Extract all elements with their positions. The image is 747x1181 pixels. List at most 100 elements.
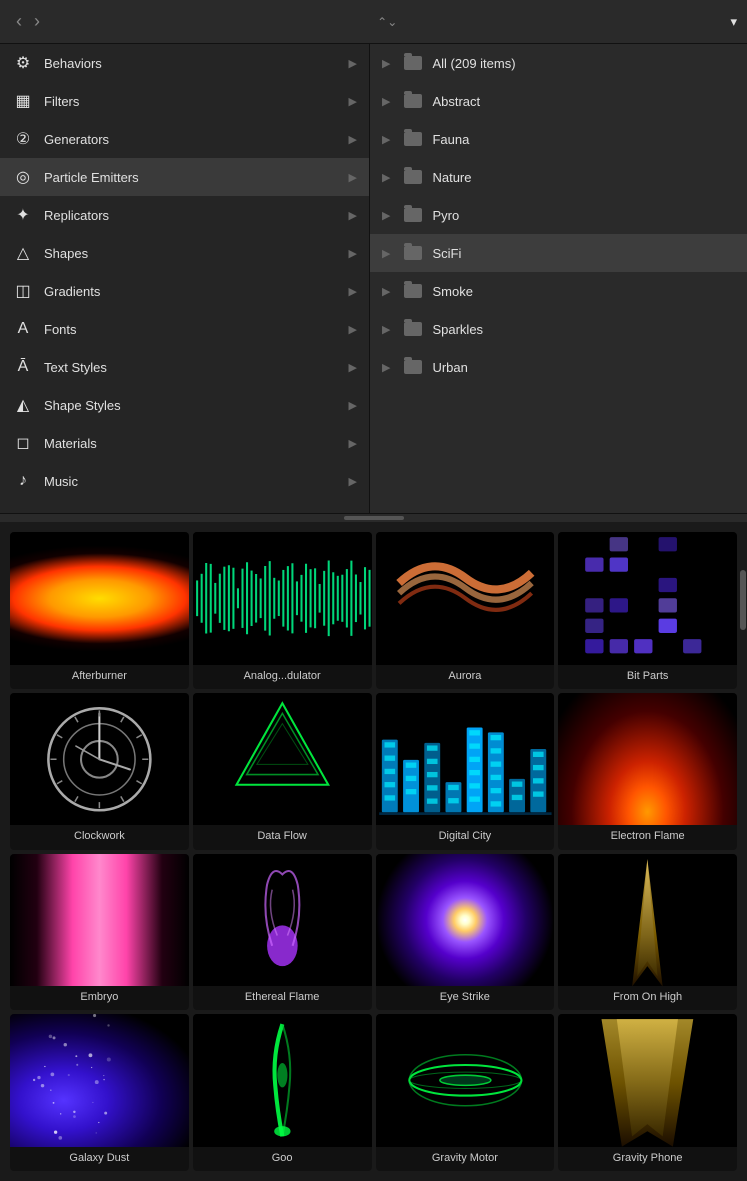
submenu-item-abstract[interactable]: ▶Abstract bbox=[370, 82, 747, 120]
submenu-arrow-nature: ▶ bbox=[382, 171, 390, 184]
sidebar-label-materials: Materials bbox=[44, 436, 339, 451]
sidebar-item-shapes[interactable]: △ Shapes ▶ bbox=[0, 234, 369, 272]
thumb-dataflow bbox=[193, 693, 372, 826]
thumb-bitparts bbox=[558, 532, 737, 665]
title-area: ⌃⌄ bbox=[46, 15, 722, 29]
grid-item-gravity-phone[interactable]: Gravity Phone bbox=[558, 1014, 737, 1171]
sidebar-item-behaviors[interactable]: ⚙ Behaviors ▶ bbox=[0, 44, 369, 82]
submenu-arrow-smoke: ▶ bbox=[382, 285, 390, 298]
sidebar-item-fonts[interactable]: A Fonts ▶ bbox=[0, 310, 369, 348]
submenu-label-urban: Urban bbox=[432, 360, 735, 375]
grid-label-aurora: Aurora bbox=[446, 665, 483, 689]
sidebar-label-shape-styles: Shape Styles bbox=[44, 398, 339, 413]
submenu-item-scifi[interactable]: ▶SciFi bbox=[370, 234, 747, 272]
sidebar-icon-shape-styles: ◭ bbox=[12, 394, 34, 416]
submenu-item-all[interactable]: ▶All (209 items) bbox=[370, 44, 747, 82]
folder-icon-pyro bbox=[404, 208, 422, 222]
grid-label-from-on-high: From On High bbox=[611, 986, 684, 1010]
main-content: ⚙ Behaviors ▶ ▦ Filters ▶ ② Generators ▶… bbox=[0, 44, 747, 1181]
grid-item-from-on-high[interactable]: From On High bbox=[558, 854, 737, 1011]
folder-icon-urban bbox=[404, 360, 422, 374]
sidebar-arrow-gradients: ▶ bbox=[349, 285, 357, 298]
submenu-item-urban[interactable]: ▶Urban bbox=[370, 348, 747, 386]
thumb-clockwork bbox=[10, 693, 189, 826]
scrollbar-thumb bbox=[740, 570, 746, 630]
grid-item-bit-parts[interactable]: Bit Parts bbox=[558, 532, 737, 689]
sidebar-icon-shapes: △ bbox=[12, 242, 34, 264]
sidebar-icon-behaviors: ⚙ bbox=[12, 52, 34, 74]
theme-dropdown-icon[interactable]: ▾ bbox=[730, 14, 737, 30]
folder-icon-nature bbox=[404, 170, 422, 184]
submenu-label-fauna: Fauna bbox=[432, 132, 735, 147]
folder-icon-smoke bbox=[404, 284, 422, 298]
sidebar-arrow-generators: ▶ bbox=[349, 133, 357, 146]
submenu-item-pyro[interactable]: ▶Pyro bbox=[370, 196, 747, 234]
sidebar-item-shape-styles[interactable]: ◭ Shape Styles ▶ bbox=[0, 386, 369, 424]
grid-item-goo[interactable]: Goo bbox=[193, 1014, 372, 1171]
grid-item-embryo[interactable]: Embryo bbox=[10, 854, 189, 1011]
grid-label-digital-city: Digital City bbox=[437, 825, 494, 849]
grid-item-afterburner[interactable]: Afterburner bbox=[10, 532, 189, 689]
grid-item-electron-flame[interactable]: Electron Flame bbox=[558, 693, 737, 850]
grid-label-eye-strike: Eye Strike bbox=[438, 986, 492, 1010]
sidebar-label-particle-emitters: Particle Emitters bbox=[44, 170, 339, 185]
submenu-arrow-all: ▶ bbox=[382, 57, 390, 70]
sidebar-arrow-fonts: ▶ bbox=[349, 323, 357, 336]
sidebar-item-materials[interactable]: ◻ Materials ▶ bbox=[0, 424, 369, 462]
right-scrollbar[interactable] bbox=[739, 566, 747, 1181]
sidebar-icon-filters: ▦ bbox=[12, 90, 34, 112]
submenu-label-sparkles: Sparkles bbox=[432, 322, 735, 337]
grid-item-analog-modulator[interactable]: Analog...dulator bbox=[193, 532, 372, 689]
grid-label-ethereal-flame: Ethereal Flame bbox=[243, 986, 322, 1010]
sidebar-item-filters[interactable]: ▦ Filters ▶ bbox=[0, 82, 369, 120]
grid-item-clockwork[interactable]: Clockwork bbox=[10, 693, 189, 850]
submenu-item-fauna[interactable]: ▶Fauna bbox=[370, 120, 747, 158]
grid-item-data-flow[interactable]: Data Flow bbox=[193, 693, 372, 850]
sidebar-arrow-filters: ▶ bbox=[349, 95, 357, 108]
grid-item-digital-city[interactable]: Digital City bbox=[376, 693, 555, 850]
sidebar-item-music[interactable]: ♪ Music ▶ bbox=[0, 462, 369, 500]
sidebar-label-generators: Generators bbox=[44, 132, 339, 147]
submenu-label-pyro: Pyro bbox=[432, 208, 735, 223]
submenu-item-smoke[interactable]: ▶Smoke bbox=[370, 272, 747, 310]
grid-label-gravity-motor: Gravity Motor bbox=[430, 1147, 500, 1171]
title-sort-icon[interactable]: ⌃⌄ bbox=[377, 15, 397, 29]
sidebar-item-text-styles[interactable]: Ā Text Styles ▶ bbox=[0, 348, 369, 386]
thumb-gravitymotor bbox=[376, 1014, 555, 1147]
sidebar-icon-replicators: ✦ bbox=[12, 204, 34, 226]
thumb-aurora bbox=[376, 532, 555, 665]
submenu-item-nature[interactable]: ▶Nature bbox=[370, 158, 747, 196]
forward-button[interactable]: › bbox=[28, 11, 46, 32]
sidebar-item-particle-emitters[interactable]: ◎ Particle Emitters ▶ bbox=[0, 158, 369, 196]
panel-top: ⚙ Behaviors ▶ ▦ Filters ▶ ② Generators ▶… bbox=[0, 44, 747, 514]
submenu-arrow-sparkles: ▶ bbox=[382, 323, 390, 336]
sidebar-arrow-particle-emitters: ▶ bbox=[349, 171, 357, 184]
grid-label-bit-parts: Bit Parts bbox=[625, 665, 671, 689]
grid-item-ethereal-flame[interactable]: Ethereal Flame bbox=[193, 854, 372, 1011]
thumb-goo bbox=[193, 1014, 372, 1147]
back-button[interactable]: ‹ bbox=[10, 11, 28, 32]
sidebar-item-gradients[interactable]: ◫ Gradients ▶ bbox=[0, 272, 369, 310]
sidebar-icon-fonts: A bbox=[12, 318, 34, 340]
sidebar-item-generators[interactable]: ② Generators ▶ bbox=[0, 120, 369, 158]
grid-label-analog-modulator: Analog...dulator bbox=[242, 665, 323, 689]
sidebar-arrow-text-styles: ▶ bbox=[349, 361, 357, 374]
grid-item-eye-strike[interactable]: Eye Strike bbox=[376, 854, 555, 1011]
grid-item-gravity-motor[interactable]: Gravity Motor bbox=[376, 1014, 555, 1171]
folder-icon-fauna bbox=[404, 132, 422, 146]
grid-item-aurora[interactable]: Aurora bbox=[376, 532, 555, 689]
grid-label-gravity-phone: Gravity Phone bbox=[611, 1147, 685, 1171]
thumb-ethereal bbox=[193, 854, 372, 987]
submenu-arrow-abstract: ▶ bbox=[382, 95, 390, 108]
sidebar: ⚙ Behaviors ▶ ▦ Filters ▶ ② Generators ▶… bbox=[0, 44, 370, 513]
sidebar-item-replicators[interactable]: ✦ Replicators ▶ bbox=[0, 196, 369, 234]
grid-label-data-flow: Data Flow bbox=[255, 825, 309, 849]
grid-item-galaxy-dust[interactable]: Galaxy Dust bbox=[10, 1014, 189, 1171]
sidebar-label-replicators: Replicators bbox=[44, 208, 339, 223]
submenu: ▶All (209 items)▶Abstract▶Fauna▶Nature▶P… bbox=[370, 44, 747, 513]
scroll-pill bbox=[344, 516, 404, 520]
grid-label-galaxy-dust: Galaxy Dust bbox=[67, 1147, 131, 1171]
theme-selector[interactable]: ▾ bbox=[722, 14, 737, 30]
sidebar-label-filters: Filters bbox=[44, 94, 339, 109]
submenu-item-sparkles[interactable]: ▶ Sparkles bbox=[370, 310, 747, 348]
